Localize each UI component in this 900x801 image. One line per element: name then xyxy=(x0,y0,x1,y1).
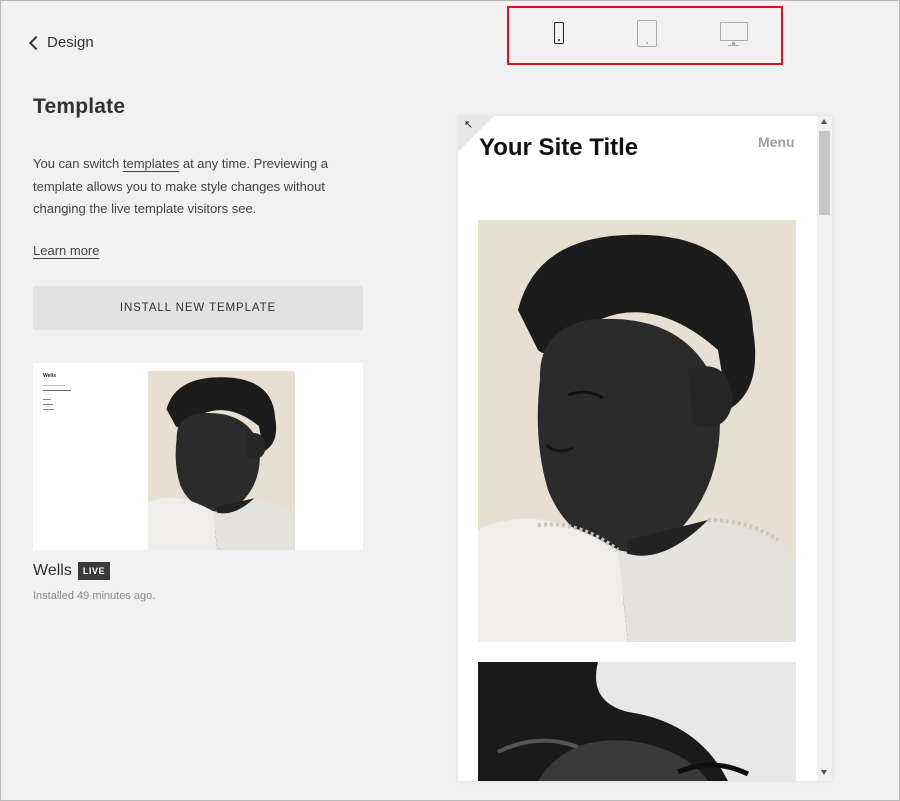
thumbnail-nav-line xyxy=(43,390,71,391)
learn-more-link[interactable]: Learn more xyxy=(33,243,99,258)
back-to-design-link[interactable]: Design xyxy=(27,34,94,51)
expand-arrow-icon[interactable]: ↖ xyxy=(464,118,473,131)
preview-second-image[interactable] xyxy=(478,662,796,781)
templates-link[interactable]: templates xyxy=(123,156,179,171)
scrollbar-thumb[interactable] xyxy=(819,131,830,215)
desktop-icon[interactable] xyxy=(720,22,748,46)
preview-site-title: Your Site Title xyxy=(479,134,639,161)
live-badge: LIVE xyxy=(77,562,111,580)
description-text-before: You can switch xyxy=(33,156,123,171)
back-label: Design xyxy=(47,34,94,51)
panel-title: Template xyxy=(33,95,126,118)
scroll-up-arrow-icon[interactable] xyxy=(821,119,827,124)
thumbnail-portrait-image xyxy=(148,371,295,550)
install-new-template-button[interactable]: INSTALL NEW TEMPLATE xyxy=(33,286,363,330)
installed-timestamp: Installed 49 minutes ago. xyxy=(33,590,156,602)
template-name: Wells xyxy=(33,562,72,579)
preview-menu-link[interactable]: Menu xyxy=(758,134,795,150)
preview-portrait-image[interactable] xyxy=(478,220,796,642)
tablet-icon[interactable] xyxy=(637,20,657,47)
current-template-name-row: Wells LIVE xyxy=(33,562,111,580)
thumbnail-site-title: Wells xyxy=(43,373,56,379)
thumbnail-nav-line xyxy=(43,385,65,386)
thumbnail-nav-line xyxy=(43,404,53,405)
chevron-left-icon xyxy=(28,35,44,50)
panel-description: You can switch templates at any time. Pr… xyxy=(33,153,353,221)
preview-scrollbar[interactable] xyxy=(817,116,832,781)
thumbnail-nav-line xyxy=(43,409,54,410)
phone-icon[interactable] xyxy=(554,22,564,44)
device-toggle-group xyxy=(507,6,783,65)
site-preview-frame: ↖ Your Site Title Menu xyxy=(458,116,832,781)
template-thumbnail[interactable]: Wells xyxy=(33,363,363,550)
thumbnail-nav-line xyxy=(43,399,51,400)
scroll-down-arrow-icon[interactable] xyxy=(821,770,827,775)
